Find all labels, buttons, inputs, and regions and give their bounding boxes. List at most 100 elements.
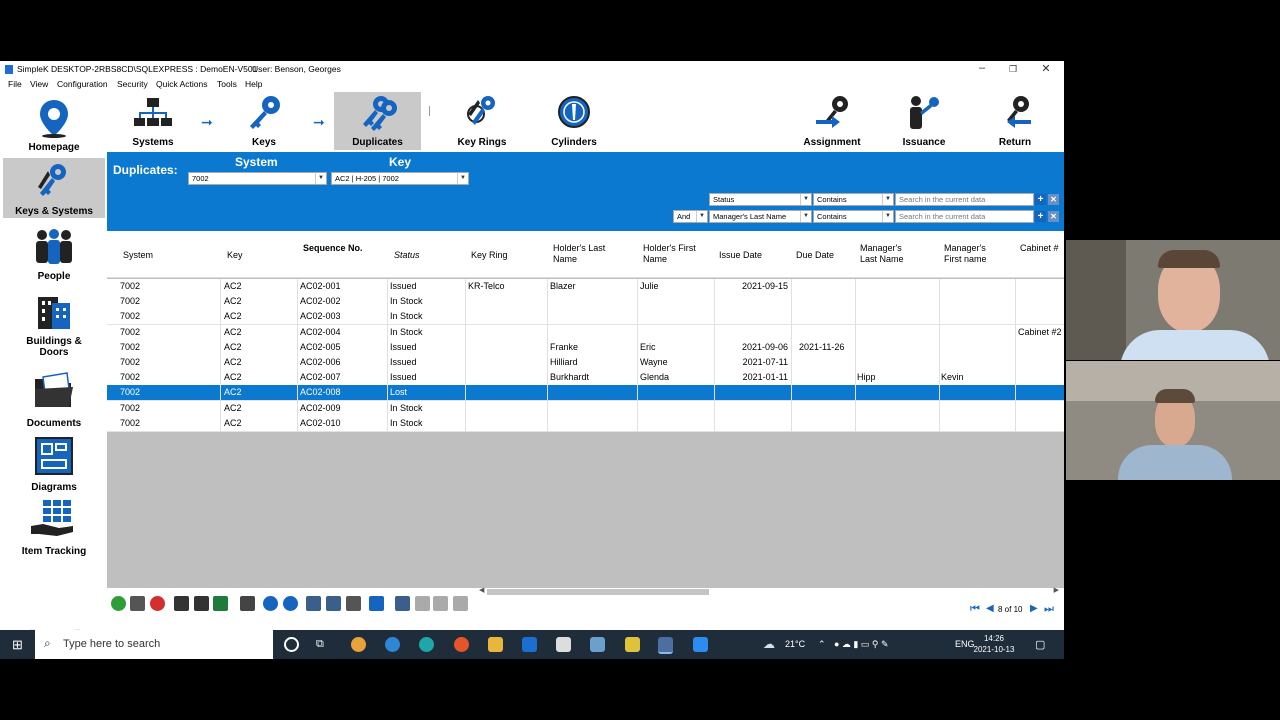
filter-op-2-select[interactable]: Contains ▼ <box>813 210 894 223</box>
toolbar-keys-button[interactable]: Keys <box>236 92 292 150</box>
col-header-key[interactable]: Key <box>227 250 243 261</box>
filter-icon[interactable] <box>240 596 255 611</box>
copy-icon[interactable] <box>415 596 430 611</box>
filter-field-1-select[interactable]: Status ▼ <box>709 193 812 206</box>
tray-icons[interactable]: ● ☁ ▮ ▭ ⚲ ✎ <box>834 639 889 650</box>
columns-icon[interactable] <box>306 596 321 611</box>
sidebar-item-diagrams[interactable]: Diagrams <box>3 432 105 496</box>
col-header-cabinet[interactable]: Cabinet # <box>1020 243 1064 254</box>
scroll-right-icon[interactable]: ▶ <box>1054 586 1059 594</box>
toolbar-assignment-button[interactable]: Assignment <box>797 92 867 150</box>
table-row[interactable]: 7002 AC2 AC02-001 Issued KR-Telco Blazer Julie… <box>107 279 1064 295</box>
print-preview-icon[interactable] <box>194 596 209 611</box>
app-icon[interactable] <box>625 637 640 652</box>
close-icon[interactable]: ✕ <box>1036 62 1056 75</box>
paste-icon[interactable] <box>433 596 448 611</box>
toolbar-systems-button[interactable]: Systems <box>122 92 184 150</box>
notes-icon[interactable] <box>453 596 468 611</box>
cortana-icon[interactable] <box>284 637 299 652</box>
layout-icon[interactable] <box>346 596 361 611</box>
excel-export-icon[interactable] <box>213 596 228 611</box>
col-header-sequence[interactable]: Sequence No. <box>303 243 363 254</box>
chevron-down-icon[interactable]: ▼ <box>882 211 893 222</box>
table-row[interactable]: 7002 AC2 AC02-008 Lost <box>107 385 1064 402</box>
scrollbar-thumb[interactable] <box>487 589 709 595</box>
chevron-down-icon[interactable]: ▼ <box>696 211 707 222</box>
col-header-due-date[interactable]: Due Date <box>796 250 834 261</box>
toolbar-return-button[interactable]: Return <box>987 92 1043 150</box>
scroll-left-icon[interactable]: ◀ <box>479 586 484 594</box>
app-icon[interactable] <box>590 637 605 652</box>
outlook-icon[interactable] <box>522 637 537 652</box>
chrome-icon[interactable] <box>351 637 366 652</box>
toolbar-key-rings-button[interactable]: Key Rings <box>449 92 515 150</box>
sidebar-item-item-tracking[interactable]: Item Tracking <box>3 496 105 560</box>
history-icon[interactable] <box>283 596 298 611</box>
menu-tools[interactable]: Tools <box>217 79 237 89</box>
col-header-manager-first[interactable]: Manager's First name <box>944 243 1004 265</box>
add-filter-icon[interactable]: + <box>1035 211 1046 222</box>
col-header-status[interactable]: Status <box>394 250 420 261</box>
menu-configuration[interactable]: Configuration <box>57 79 108 89</box>
chevron-down-icon[interactable]: ▼ <box>800 211 811 222</box>
grid-layout-icon[interactable] <box>326 596 341 611</box>
next-page-icon[interactable]: ▶ <box>1030 603 1038 614</box>
table-row[interactable]: 7002 AC2 AC02-004 In Stock Cabinet #2 <box>107 324 1064 341</box>
file-explorer-icon[interactable] <box>488 637 503 652</box>
windows-start-icon[interactable]: ⊞ <box>12 637 23 653</box>
toolbar-cylinders-button[interactable]: Cylinders <box>543 92 605 150</box>
col-header-key-ring[interactable]: Key Ring <box>471 250 508 261</box>
edge-icon[interactable] <box>419 637 434 652</box>
col-header-holder-last[interactable]: Holder's Last Name <box>553 243 623 265</box>
filter-search-2-input[interactable]: Search in the current data <box>895 210 1034 223</box>
col-header-issue-date[interactable]: Issue Date <box>719 250 762 261</box>
table-row[interactable]: 7002 AC2 AC02-010 In Stock <box>107 415 1064 432</box>
remove-filter-icon[interactable]: ✕ <box>1048 211 1059 222</box>
horizontal-scrollbar[interactable]: ◀ ▶ <box>479 586 1059 596</box>
chevron-down-icon[interactable]: ▼ <box>800 194 811 205</box>
menu-help[interactable]: Help <box>245 79 262 89</box>
filter-op-1-select[interactable]: Contains ▼ <box>813 193 894 206</box>
toolbar-issuance-button[interactable]: Issuance <box>893 92 955 150</box>
last-page-icon[interactable]: ⏭ <box>1044 603 1054 616</box>
chevron-down-icon[interactable]: ▼ <box>457 173 468 184</box>
firefox-icon[interactable] <box>454 637 469 652</box>
delete-record-icon[interactable] <box>150 596 165 611</box>
menu-file[interactable]: File <box>8 79 22 89</box>
browser-icon[interactable] <box>385 637 400 652</box>
add-filter-icon[interactable]: + <box>1035 194 1046 205</box>
table-row[interactable]: 7002 AC2 AC02-007 Issued Burkhardt Glenda 2021… <box>107 370 1064 387</box>
sidebar-item-keys-systems[interactable]: Keys & Systems <box>3 158 105 218</box>
table-row[interactable]: 7002 AC2 AC02-009 In Stock <box>107 400 1064 417</box>
add-record-icon[interactable] <box>111 596 126 611</box>
chevron-down-icon[interactable]: ▼ <box>882 194 893 205</box>
details-icon[interactable] <box>395 596 410 611</box>
prev-page-icon[interactable]: ◀ <box>986 603 994 614</box>
menu-view[interactable]: View <box>30 79 48 89</box>
taskbar-search-input[interactable]: ⌕ Type here to search <box>35 630 273 659</box>
table-row[interactable]: 7002 AC2 AC02-003 In Stock <box>107 309 1064 326</box>
filter-search-1-input[interactable]: Search in the current data <box>895 193 1034 206</box>
simplek-taskbar-icon[interactable] <box>658 637 673 654</box>
col-header-system[interactable]: System <box>123 250 153 261</box>
table-row[interactable]: 7002 AC2 AC02-006 Issued Hilliard Wayne 2021-0… <box>107 355 1064 371</box>
system-select[interactable]: 7002 ▼ <box>188 172 327 185</box>
table-row[interactable]: 7002 AC2 AC02-005 Issued Franke Eric 2021-09-0… <box>107 339 1064 356</box>
restore-icon[interactable]: ❐ <box>1003 64 1023 75</box>
sidebar-item-documents[interactable]: Documents <box>3 366 105 430</box>
minimize-icon[interactable]: – <box>972 62 992 74</box>
menu-security[interactable]: Security <box>117 79 148 89</box>
remove-filter-icon[interactable]: ✕ <box>1048 194 1059 205</box>
sidebar-item-buildings-doors[interactable]: Buildings & Doors <box>3 288 105 360</box>
table-row[interactable]: 7002 AC2 AC02-002 In Stock <box>107 294 1064 311</box>
edit-record-icon[interactable] <box>130 596 145 611</box>
first-page-icon[interactable]: ⏮ <box>970 603 980 616</box>
refresh-icon[interactable] <box>263 596 278 611</box>
col-header-manager-last[interactable]: Manager's Last Name <box>860 243 920 265</box>
key-select[interactable]: AC2 | H-205 | 7002 ▼ <box>331 172 469 185</box>
sidebar-item-homepage[interactable]: Homepage <box>3 94 105 154</box>
filter-field-2-select[interactable]: Manager's Last Name ▼ <box>709 210 812 223</box>
menu-quick-actions[interactable]: Quick Actions <box>156 79 208 89</box>
cost-icon[interactable] <box>369 596 384 611</box>
tray-chevron-icon[interactable]: ⌃ <box>818 639 826 650</box>
